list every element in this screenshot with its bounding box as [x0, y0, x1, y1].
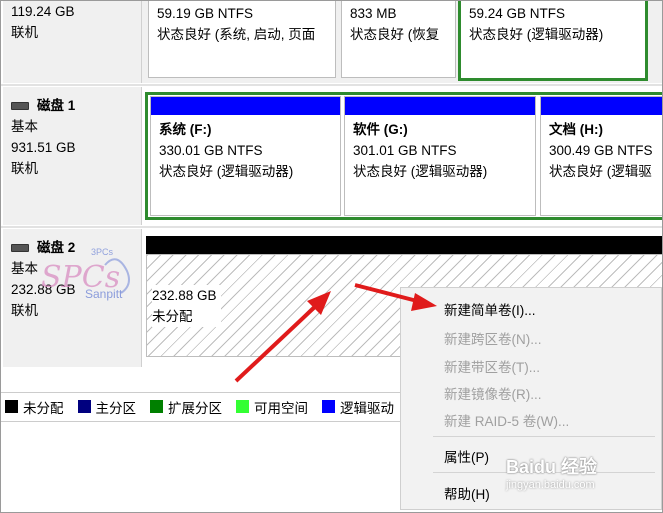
disk-management-window: 119.24 GB 联机 59.19 GB NTFS 状态良好 (系统, 启动,… [0, 0, 663, 513]
red-arrow-icon-1 [234, 291, 331, 383]
annotation-layer [234, 283, 437, 383]
red-arrow-icon-2 [354, 283, 437, 311]
